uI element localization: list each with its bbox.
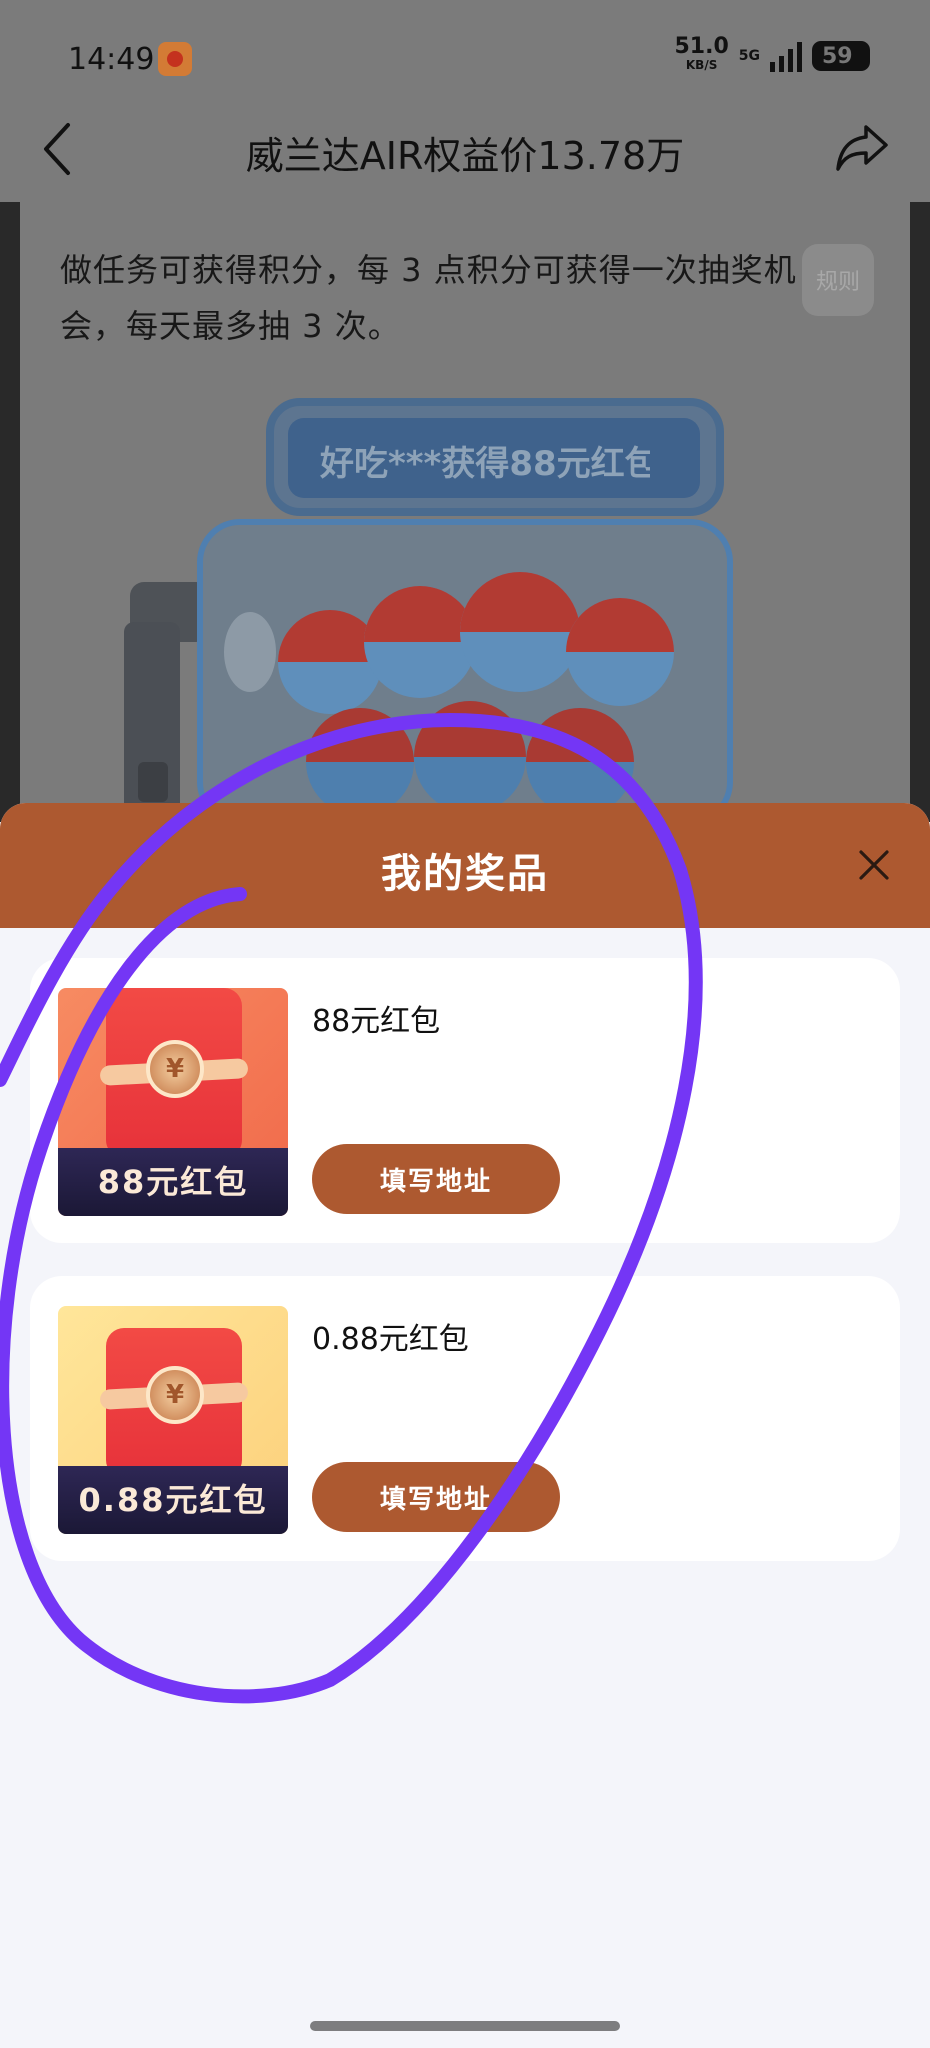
status-bar: 14:49 51.0 KB/S 5G 59 (0, 0, 930, 115)
share-icon[interactable] (832, 117, 892, 177)
fill-address-button[interactable]: 填写地址 (312, 1144, 560, 1214)
prize-image-caption: 88元红包 (58, 1148, 288, 1216)
fill-address-button[interactable]: 填写地址 (312, 1462, 560, 1532)
close-icon[interactable] (858, 849, 890, 881)
yuan-coin-icon: ¥ (146, 1040, 204, 1098)
yuan-coin-icon: ¥ (146, 1366, 204, 1424)
page-edge-left (0, 202, 20, 822)
prize-name: 0.88元红包 (312, 1322, 469, 1357)
sheet-header: 我的奖品 (0, 803, 930, 928)
home-indicator[interactable] (310, 2021, 620, 2031)
red-packet-image: ¥ 88元红包 (58, 988, 288, 1216)
gacha-machine-illustration (124, 398, 733, 822)
winner-marquee: 好吃***获得88元红包 (320, 444, 650, 484)
red-envelope-icon: ¥ (99, 988, 249, 1158)
prize-card: ¥ 0.88元红包 0.88元红包 填写地址 (30, 1276, 900, 1561)
app-notification-icon (158, 42, 192, 76)
red-envelope-icon: ¥ (99, 1328, 249, 1478)
network-type: 5G (738, 48, 760, 64)
sheet-title: 我的奖品 (381, 851, 549, 897)
battery-level: 59 (822, 43, 853, 69)
prize-card: ¥ 88元红包 88元红包 填写地址 (30, 958, 900, 1243)
navigation-bar: 威兰达AIR权益价13.78万 (0, 115, 930, 202)
lottery-content: 做任务可获得积分，每 3 点积分可获得一次抽奖机会，每天最多抽 3 次。 规则 … (20, 202, 910, 822)
battery-icon: 59 (812, 41, 870, 71)
red-packet-image: ¥ 0.88元红包 (58, 1306, 288, 1534)
my-prizes-sheet: 我的奖品 ¥ 88元红包 88元红包 填写地址 ¥ 0.88元红包 0.88元红… (0, 803, 930, 2048)
prize-name: 88元红包 (312, 1004, 441, 1039)
page-title: 威兰达AIR权益价13.78万 (245, 134, 685, 178)
status-indicators: 51.0 KB/S 5G 59 (674, 36, 870, 74)
network-speed: 51.0 KB/S (674, 36, 728, 74)
page-edge-right (910, 202, 930, 822)
status-time: 14:49 (68, 42, 155, 77)
prize-image-caption: 0.88元红包 (58, 1466, 288, 1534)
signal-icon (770, 40, 802, 72)
